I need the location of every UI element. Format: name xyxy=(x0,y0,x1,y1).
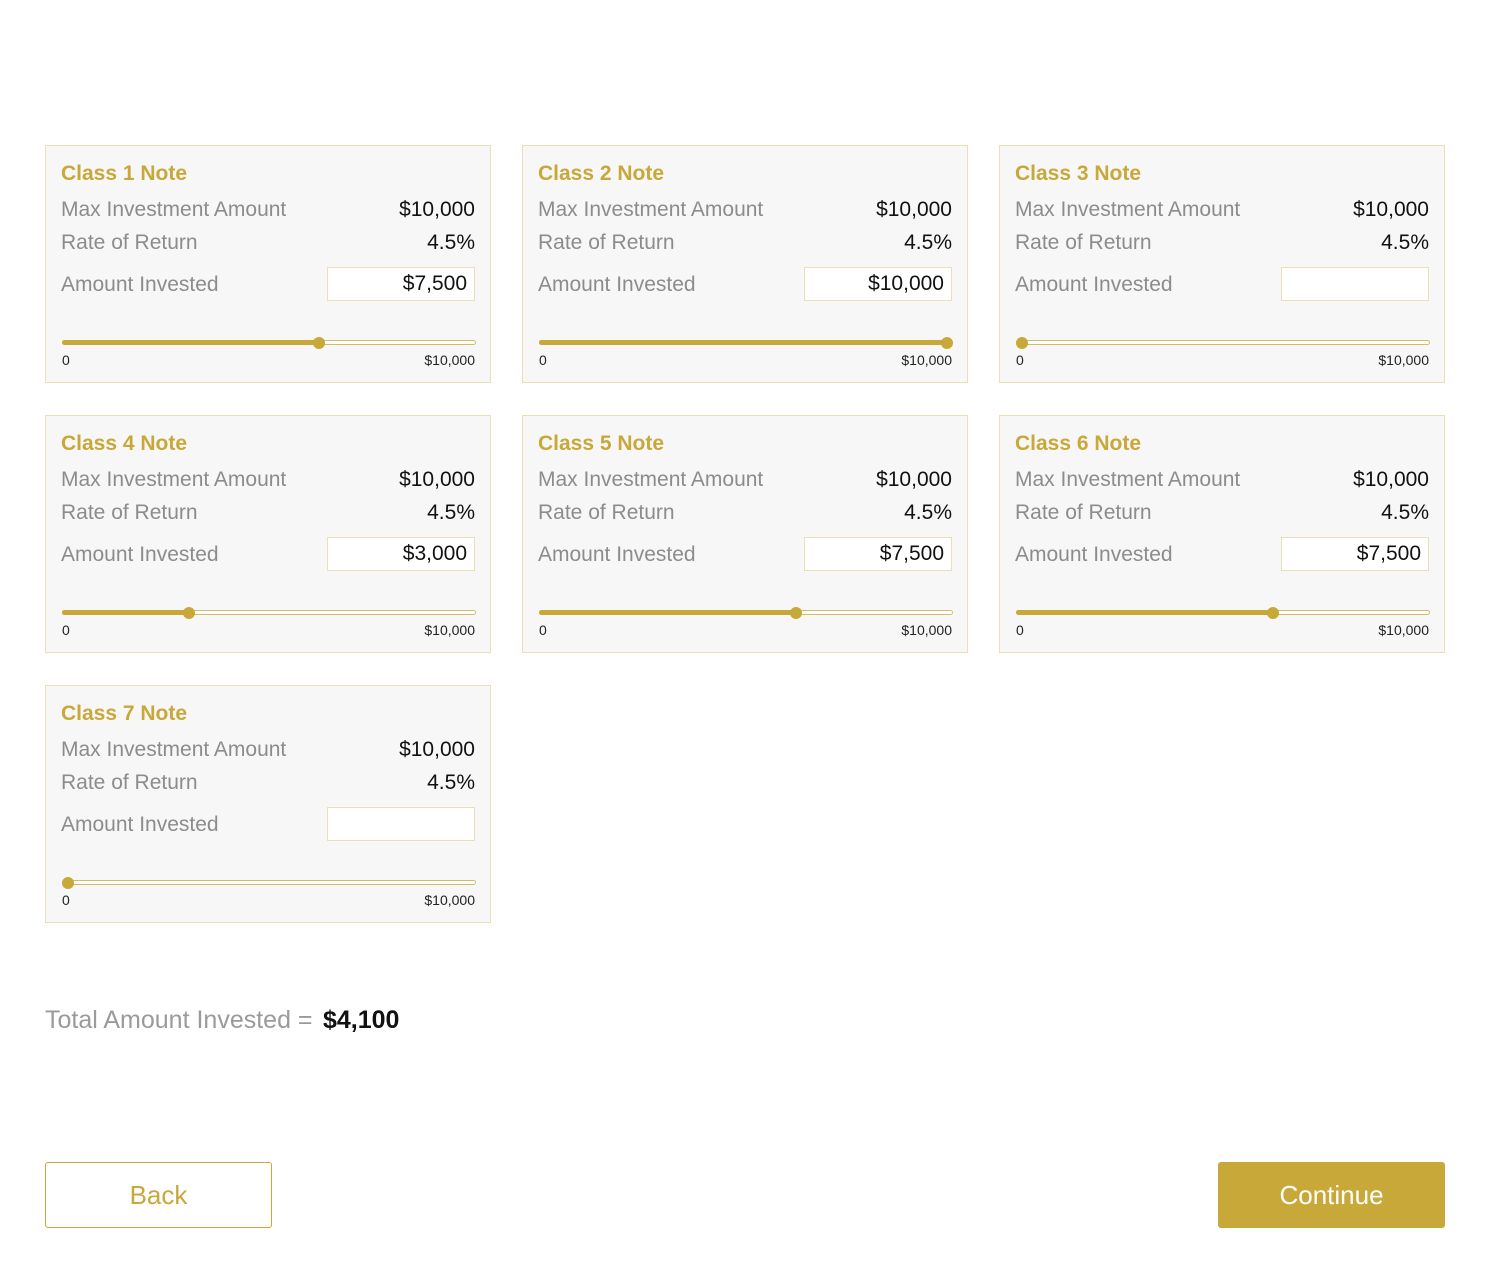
max-investment-label: Max Investment Amount xyxy=(538,468,764,491)
investment-slider[interactable] xyxy=(62,874,476,892)
slider-thumb[interactable] xyxy=(790,607,803,619)
slider-max-label: $10,000 xyxy=(424,622,475,638)
rate-of-return-value: 4.5% xyxy=(427,231,475,254)
amount-invested-input[interactable] xyxy=(327,537,475,571)
slider-max-label: $10,000 xyxy=(1378,622,1429,638)
amount-invested-input[interactable] xyxy=(1281,537,1429,571)
slider-min-label: 0 xyxy=(62,622,70,638)
slider-fill xyxy=(1016,610,1274,615)
note-card-class-3: Class 3 Note Max Investment Amount $10,0… xyxy=(999,145,1445,383)
slider-thumb[interactable] xyxy=(1267,607,1280,619)
slider-thumb[interactable] xyxy=(62,877,74,889)
slider-track xyxy=(62,880,476,885)
slider-fill xyxy=(539,610,797,615)
investment-slider[interactable] xyxy=(62,604,476,622)
rate-of-return-label: Rate of Return xyxy=(1015,231,1152,254)
rate-of-return-label: Rate of Return xyxy=(61,771,198,794)
rate-of-return-label: Rate of Return xyxy=(61,231,198,254)
amount-invested-label: Amount Invested xyxy=(61,543,219,566)
investment-slider[interactable] xyxy=(62,334,476,352)
investment-slider[interactable] xyxy=(539,334,953,352)
slider-max-label: $10,000 xyxy=(901,622,952,638)
slider-fill xyxy=(62,610,189,615)
amount-invested-label: Amount Invested xyxy=(538,273,696,296)
slider-fill xyxy=(62,340,320,345)
rate-of-return-label: Rate of Return xyxy=(538,231,675,254)
slider-min-label: 0 xyxy=(62,892,70,908)
amount-invested-label: Amount Invested xyxy=(61,813,219,836)
slider-max-label: $10,000 xyxy=(901,352,952,368)
investment-slider[interactable] xyxy=(1016,334,1430,352)
slider-min-label: 0 xyxy=(539,352,547,368)
slider-thumb[interactable] xyxy=(1016,337,1028,349)
continue-button[interactable]: Continue xyxy=(1218,1162,1445,1228)
amount-invested-label: Amount Invested xyxy=(1015,543,1173,566)
rate-of-return-label: Rate of Return xyxy=(538,501,675,524)
rate-of-return-label: Rate of Return xyxy=(1015,501,1152,524)
max-investment-label: Max Investment Amount xyxy=(61,468,287,491)
rate-of-return-value: 4.5% xyxy=(1381,501,1429,524)
note-card-class-7: Class 7 Note Max Investment Amount $10,0… xyxy=(45,685,491,923)
rate-of-return-value: 4.5% xyxy=(427,771,475,794)
note-card-class-1: Class 1 Note Max Investment Amount $10,0… xyxy=(45,145,491,383)
note-card-class-6: Class 6 Note Max Investment Amount $10,0… xyxy=(999,415,1445,653)
total-amount: Total Amount Invested = $4,100 xyxy=(45,1006,399,1035)
note-title: Class 2 Note xyxy=(538,162,665,185)
slider-max-label: $10,000 xyxy=(424,352,475,368)
amount-invested-label: Amount Invested xyxy=(1015,273,1173,296)
note-title: Class 3 Note xyxy=(1015,162,1142,185)
rate-of-return-value: 4.5% xyxy=(904,501,952,524)
max-investment-value: $10,000 xyxy=(876,468,952,491)
amount-invested-input[interactable] xyxy=(327,267,475,301)
note-card-class-5: Class 5 Note Max Investment Amount $10,0… xyxy=(522,415,968,653)
max-investment-label: Max Investment Amount xyxy=(61,198,287,221)
rate-of-return-value: 4.5% xyxy=(1381,231,1429,254)
note-title: Class 6 Note xyxy=(1015,432,1142,455)
note-title: Class 7 Note xyxy=(61,702,188,725)
total-amount-label: Total Amount Invested = xyxy=(45,1006,313,1034)
rate-of-return-value: 4.5% xyxy=(904,231,952,254)
max-investment-value: $10,000 xyxy=(1353,198,1429,221)
max-investment-value: $10,000 xyxy=(1353,468,1429,491)
amount-invested-input[interactable] xyxy=(804,537,952,571)
note-card-class-4: Class 4 Note Max Investment Amount $10,0… xyxy=(45,415,491,653)
slider-max-label: $10,000 xyxy=(1378,352,1429,368)
slider-track xyxy=(1016,340,1430,345)
max-investment-value: $10,000 xyxy=(876,198,952,221)
amount-invested-input[interactable] xyxy=(1281,267,1429,301)
investment-slider[interactable] xyxy=(539,604,953,622)
rate-of-return-label: Rate of Return xyxy=(61,501,198,524)
max-investment-value: $10,000 xyxy=(399,198,475,221)
slider-thumb[interactable] xyxy=(313,337,326,349)
slider-min-label: 0 xyxy=(539,622,547,638)
rate-of-return-value: 4.5% xyxy=(427,501,475,524)
slider-min-label: 0 xyxy=(62,352,70,368)
amount-invested-input[interactable] xyxy=(804,267,952,301)
back-button[interactable]: Back xyxy=(45,1162,272,1228)
slider-fill xyxy=(539,340,947,345)
slider-thumb[interactable] xyxy=(941,337,953,349)
max-investment-label: Max Investment Amount xyxy=(1015,198,1241,221)
slider-max-label: $10,000 xyxy=(424,892,475,908)
amount-invested-label: Amount Invested xyxy=(538,543,696,566)
max-investment-value: $10,000 xyxy=(399,738,475,761)
note-title: Class 4 Note xyxy=(61,432,188,455)
slider-min-label: 0 xyxy=(1016,352,1024,368)
investment-slider[interactable] xyxy=(1016,604,1430,622)
total-amount-value: $4,100 xyxy=(322,1006,400,1034)
amount-invested-label: Amount Invested xyxy=(61,273,219,296)
amount-invested-input[interactable] xyxy=(327,807,475,841)
note-title: Class 1 Note xyxy=(61,162,188,185)
note-title: Class 5 Note xyxy=(538,432,665,455)
max-investment-label: Max Investment Amount xyxy=(1015,468,1241,491)
max-investment-value: $10,000 xyxy=(399,468,475,491)
slider-thumb[interactable] xyxy=(182,607,195,619)
note-card-class-2: Class 2 Note Max Investment Amount $10,0… xyxy=(522,145,968,383)
max-investment-label: Max Investment Amount xyxy=(61,738,287,761)
max-investment-label: Max Investment Amount xyxy=(538,198,764,221)
slider-min-label: 0 xyxy=(1016,622,1024,638)
investment-page: Class 1 Note Max Investment Amount $10,0… xyxy=(0,0,1501,1273)
